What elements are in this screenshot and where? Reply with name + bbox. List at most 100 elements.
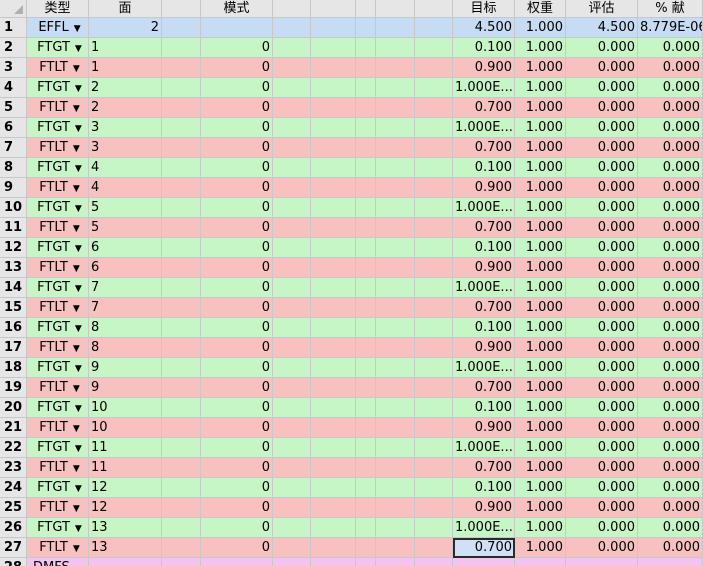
table-row[interactable]: 13 FTLT ▼ 6 0 0.900 1.000 0.000 0.000 xyxy=(0,258,703,278)
cell-value[interactable]: 0.000 xyxy=(566,198,638,218)
cell-surface[interactable]: 7 xyxy=(89,298,162,318)
cell-surface[interactable]: 7 xyxy=(89,278,162,298)
cell-target[interactable]: 1.000E... xyxy=(453,278,515,298)
cell-surface[interactable]: 5 xyxy=(89,218,162,238)
cell-blank[interactable] xyxy=(311,358,356,378)
cell-blank[interactable] xyxy=(311,138,356,158)
cell-blank[interactable] xyxy=(376,318,415,338)
cell-blank[interactable] xyxy=(162,418,201,438)
cell-target[interactable]: 1.000E... xyxy=(453,198,515,218)
cell-blank[interactable] xyxy=(311,298,356,318)
cell-blank[interactable] xyxy=(273,138,311,158)
cell-weight[interactable]: 1.000 xyxy=(515,178,566,198)
cell-target[interactable]: 0.100 xyxy=(453,398,515,418)
cell-type[interactable]: FTLT ▼ xyxy=(27,178,89,198)
cell[interactable] xyxy=(201,558,273,566)
cell-blank[interactable] xyxy=(273,238,311,258)
cell-blank[interactable] xyxy=(311,178,356,198)
dropdown-arrow-icon[interactable]: ▼ xyxy=(73,220,80,237)
cell-blank[interactable] xyxy=(273,478,311,498)
dropdown-arrow-icon[interactable]: ▼ xyxy=(73,380,80,397)
col-header-blank-1[interactable] xyxy=(162,0,201,18)
row-number[interactable]: 11 xyxy=(0,218,27,238)
cell-value[interactable]: 0.000 xyxy=(566,138,638,158)
cell-blank[interactable] xyxy=(311,538,356,558)
cell-blank[interactable] xyxy=(376,298,415,318)
dropdown-arrow-icon[interactable]: ▼ xyxy=(75,520,82,537)
cell-blank[interactable] xyxy=(356,538,376,558)
table-row[interactable]: 10 FTGT ▼ 5 0 1.000E... 1.000 0.000 0.000 xyxy=(0,198,703,218)
cell-blank[interactable] xyxy=(356,498,376,518)
cell-value[interactable]: 0.000 xyxy=(566,98,638,118)
cell-contrib[interactable]: 0.000 xyxy=(638,458,703,478)
cell-type[interactable]: FTLT ▼ xyxy=(27,338,89,358)
cell-surface[interactable]: 13 xyxy=(89,538,162,558)
cell-value[interactable]: 0.000 xyxy=(566,258,638,278)
cell-surface[interactable]: 10 xyxy=(89,418,162,438)
cell-type[interactable]: FTLT ▼ xyxy=(27,458,89,478)
cell-blank[interactable] xyxy=(356,38,376,58)
cell-weight[interactable]: 1.000 xyxy=(515,218,566,238)
cell-blank[interactable] xyxy=(162,58,201,78)
cell-blank[interactable] xyxy=(311,418,356,438)
cell-blank[interactable] xyxy=(273,498,311,518)
cell-mode[interactable]: 0 xyxy=(201,398,273,418)
cell-mode[interactable]: 0 xyxy=(201,338,273,358)
cell-blank[interactable] xyxy=(273,458,311,478)
cell-mode[interactable]: 0 xyxy=(201,58,273,78)
cell-blank[interactable] xyxy=(162,398,201,418)
cell-target[interactable]: 0.900 xyxy=(453,58,515,78)
cell-blank[interactable] xyxy=(376,498,415,518)
cell-target[interactable]: 0.900 xyxy=(453,258,515,278)
cell-contrib[interactable]: 0.000 xyxy=(638,78,703,98)
cell-surface[interactable]: 3 xyxy=(89,138,162,158)
row-number[interactable]: 20 xyxy=(0,398,27,418)
cell-mode[interactable]: 0 xyxy=(201,178,273,198)
cell-blank[interactable] xyxy=(356,338,376,358)
cell-type[interactable]: FTGT ▼ xyxy=(27,358,89,378)
cell-target[interactable]: 4.500 xyxy=(453,18,515,38)
cell-blank[interactable] xyxy=(376,438,415,458)
cell-blank[interactable] xyxy=(376,178,415,198)
cell-blank[interactable] xyxy=(162,178,201,198)
table-row[interactable]: 15 FTLT ▼ 7 0 0.700 1.000 0.000 0.000 xyxy=(0,298,703,318)
cell-type[interactable]: FTGT ▼ xyxy=(27,38,89,58)
cell-blank[interactable] xyxy=(415,438,453,458)
cell[interactable] xyxy=(311,558,356,566)
cell-mode[interactable] xyxy=(201,18,273,38)
cell-blank[interactable] xyxy=(162,138,201,158)
cell-blank[interactable] xyxy=(356,18,376,38)
cell-type[interactable]: FTLT ▼ xyxy=(27,258,89,278)
cell-surface[interactable]: 4 xyxy=(89,158,162,178)
row-number[interactable]: 19 xyxy=(0,378,27,398)
cell-target[interactable]: 0.700 xyxy=(453,458,515,478)
cell-blank[interactable] xyxy=(162,478,201,498)
cell-target[interactable]: 0.900 xyxy=(453,418,515,438)
cell-blank[interactable] xyxy=(356,78,376,98)
cell-contrib[interactable]: 0.000 xyxy=(638,178,703,198)
cell-surface[interactable]: 9 xyxy=(89,358,162,378)
col-header-contrib[interactable]: % 献 xyxy=(638,0,703,18)
cell-type[interactable]: FTLT ▼ xyxy=(27,98,89,118)
dropdown-arrow-icon[interactable]: ▼ xyxy=(73,460,80,477)
cell-weight[interactable]: 1.000 xyxy=(515,498,566,518)
cell[interactable] xyxy=(415,558,453,566)
col-header-surface[interactable]: 面 xyxy=(89,0,162,18)
cell-blank[interactable] xyxy=(415,18,453,38)
cell-value[interactable]: 0.000 xyxy=(566,78,638,98)
col-header-target[interactable]: 目标 xyxy=(453,0,515,18)
cell-blank[interactable] xyxy=(415,318,453,338)
cell[interactable] xyxy=(356,558,376,566)
cell-type[interactable]: FTGT ▼ xyxy=(27,438,89,458)
cell-target[interactable]: 0.100 xyxy=(453,38,515,58)
table-row[interactable]: 24 FTGT ▼ 12 0 0.100 1.000 0.000 0.000 xyxy=(0,478,703,498)
table-row[interactable]: 27 FTLT ▼ 13 0 0.700 1.000 0.000 0.000 xyxy=(0,538,703,558)
cell-mode[interactable]: 0 xyxy=(201,458,273,478)
cell-value[interactable]: 0.000 xyxy=(566,478,638,498)
cell-value[interactable]: 4.500 xyxy=(566,18,638,38)
dropdown-arrow-icon[interactable]: ▼ xyxy=(73,540,80,557)
cell-contrib[interactable]: 0.000 xyxy=(638,498,703,518)
col-header-blank-6[interactable] xyxy=(415,0,453,18)
cell[interactable] xyxy=(162,558,201,566)
table-row[interactable]: 14 FTGT ▼ 7 0 1.000E... 1.000 0.000 0.000 xyxy=(0,278,703,298)
